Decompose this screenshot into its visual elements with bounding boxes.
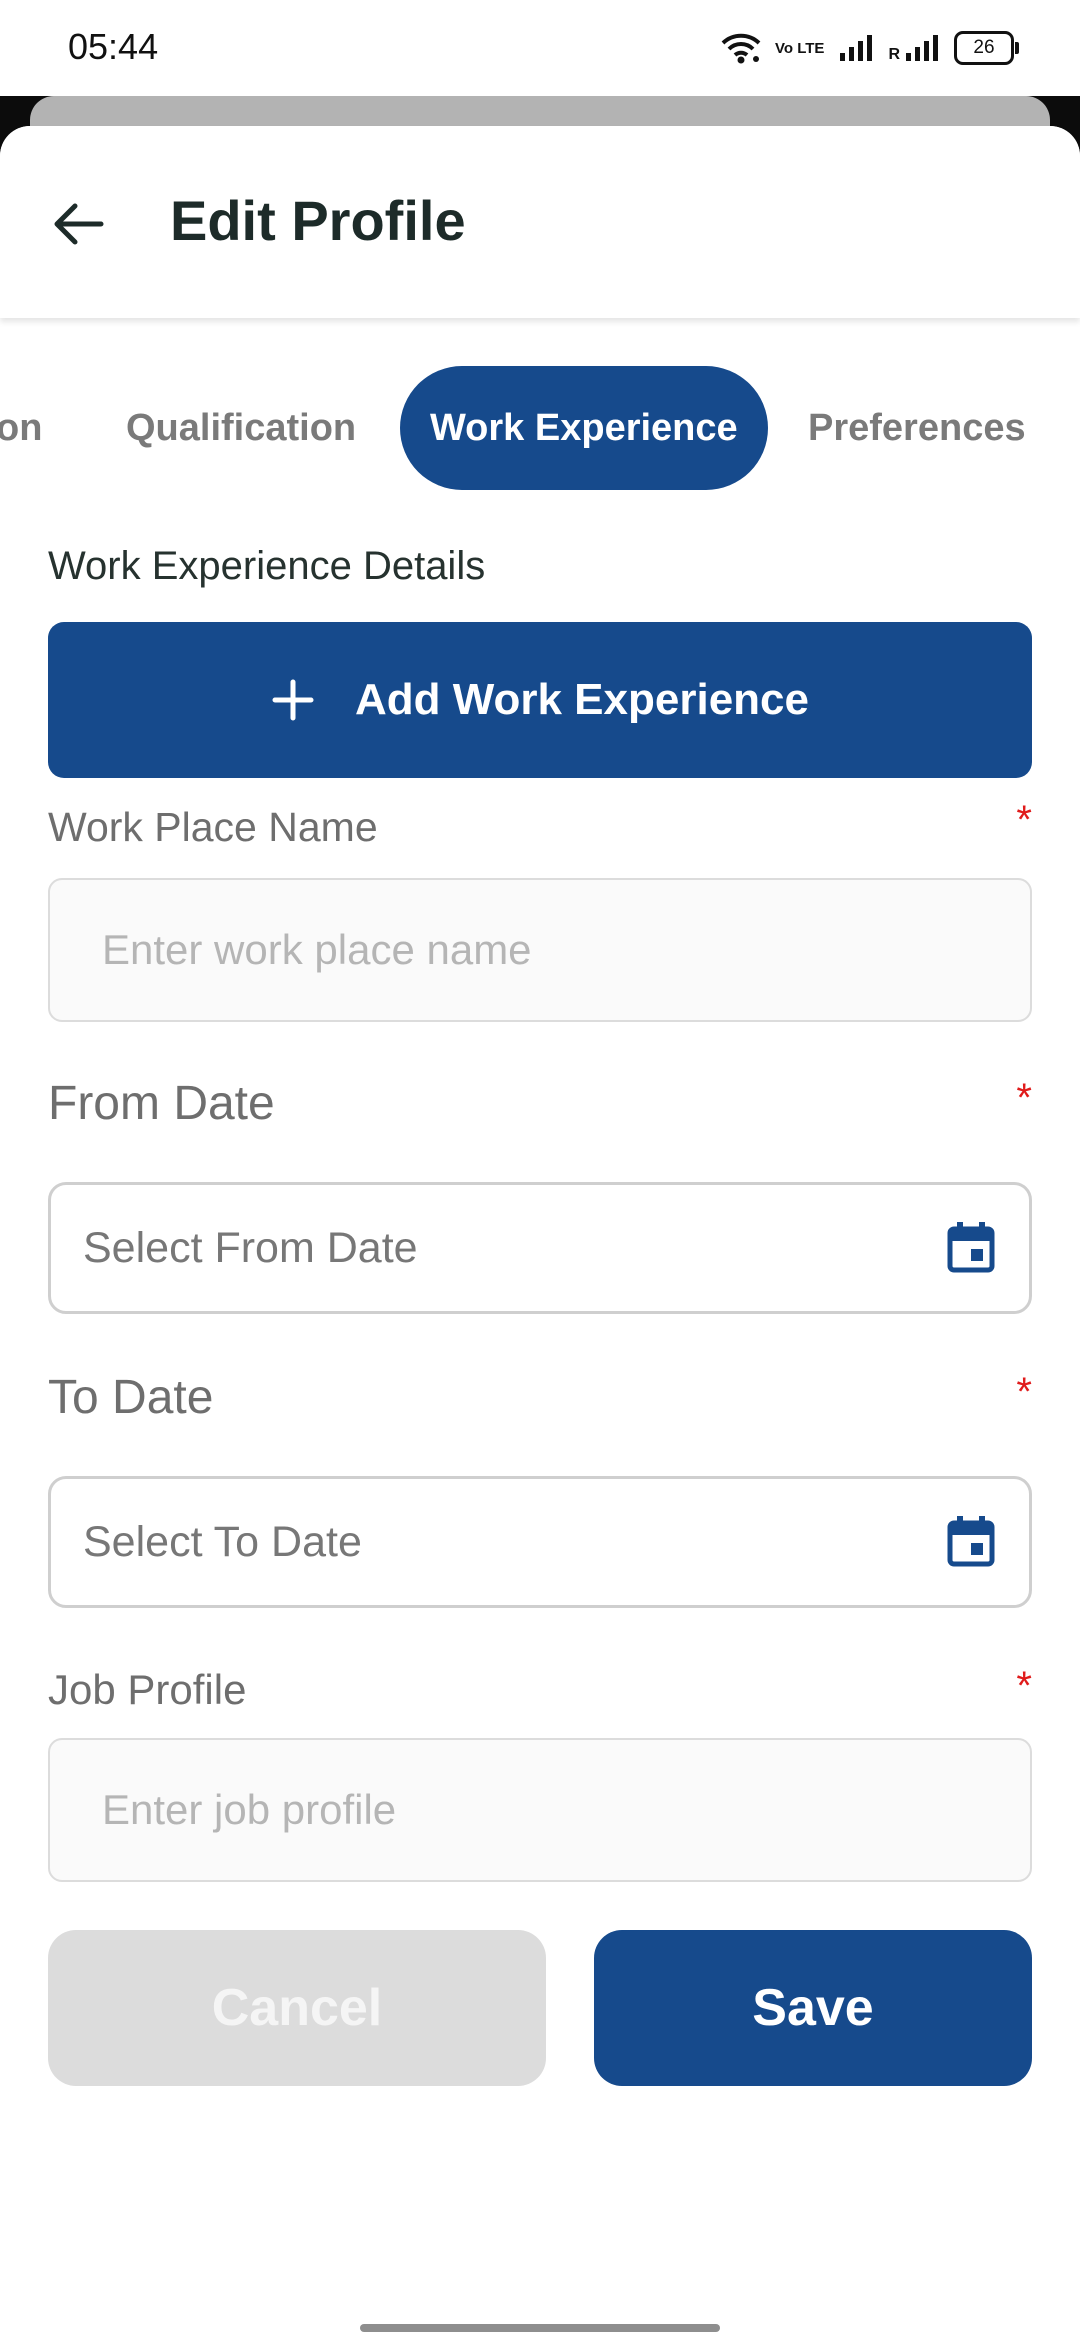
from-date-field[interactable]: Select From Date bbox=[48, 1182, 1032, 1314]
app-header: Edit Profile bbox=[0, 126, 1080, 318]
cancel-button[interactable]: Cancel bbox=[48, 1930, 546, 2086]
tab-education[interactable]: on bbox=[0, 366, 42, 490]
battery-level: 26 bbox=[973, 37, 995, 58]
work-place-placeholder: Enter work place name bbox=[102, 926, 532, 973]
tab-work-experience[interactable]: Work Experience bbox=[400, 366, 768, 490]
back-button[interactable] bbox=[46, 192, 110, 256]
add-work-experience-label: Add Work Experience bbox=[355, 675, 809, 724]
from-date-placeholder: Select From Date bbox=[83, 1224, 418, 1272]
work-place-label: Work Place Name bbox=[48, 804, 378, 850]
wifi-icon bbox=[721, 32, 761, 64]
to-date-label: To Date bbox=[48, 1371, 214, 1424]
battery-icon: 26 bbox=[954, 31, 1019, 65]
job-profile-label: Job Profile bbox=[48, 1666, 247, 1713]
plus-icon bbox=[271, 678, 315, 722]
tab-bar: on Qualification Work Experience Prefere… bbox=[0, 366, 1080, 490]
signal-icon-2 bbox=[904, 33, 940, 63]
from-date-label: From Date bbox=[48, 1077, 275, 1130]
add-work-experience-button[interactable]: Add Work Experience bbox=[48, 622, 1032, 778]
edit-profile-sheet: Edit Profile on Qualification Work Exper… bbox=[0, 126, 1080, 2340]
required-mark: * bbox=[1016, 798, 1032, 842]
home-indicator[interactable] bbox=[360, 2324, 720, 2332]
calendar-icon[interactable] bbox=[947, 1515, 995, 1572]
status-time: 05:44 bbox=[68, 26, 159, 67]
arrow-left-icon bbox=[54, 203, 104, 245]
tab-qualification[interactable]: Qualification bbox=[126, 366, 356, 490]
volte-icon: Vo LTE bbox=[774, 39, 825, 57]
job-profile-placeholder: Enter job profile bbox=[102, 1786, 397, 1833]
section-title: Work Experience Details bbox=[48, 544, 486, 588]
signal-icon bbox=[838, 33, 874, 63]
tab-preferences[interactable]: Preferences bbox=[808, 366, 1026, 490]
required-mark: * bbox=[1016, 1076, 1032, 1120]
roaming-indicator: R bbox=[888, 46, 900, 63]
required-mark: * bbox=[1016, 1370, 1032, 1414]
page-title: Edit Profile bbox=[170, 189, 466, 252]
calendar-icon[interactable] bbox=[947, 1221, 995, 1278]
to-date-placeholder: Select To Date bbox=[83, 1518, 362, 1566]
work-place-input[interactable]: Enter work place name bbox=[48, 878, 1032, 1022]
status-icons: Vo LTE R 26 bbox=[721, 28, 1019, 68]
to-date-field[interactable]: Select To Date bbox=[48, 1476, 1032, 1608]
required-mark: * bbox=[1016, 1664, 1032, 1708]
save-button[interactable]: Save bbox=[594, 1930, 1032, 2086]
status-bar: 05:44 Vo LTE R 26 bbox=[0, 0, 1080, 96]
job-profile-input[interactable]: Enter job profile bbox=[48, 1738, 1032, 1882]
